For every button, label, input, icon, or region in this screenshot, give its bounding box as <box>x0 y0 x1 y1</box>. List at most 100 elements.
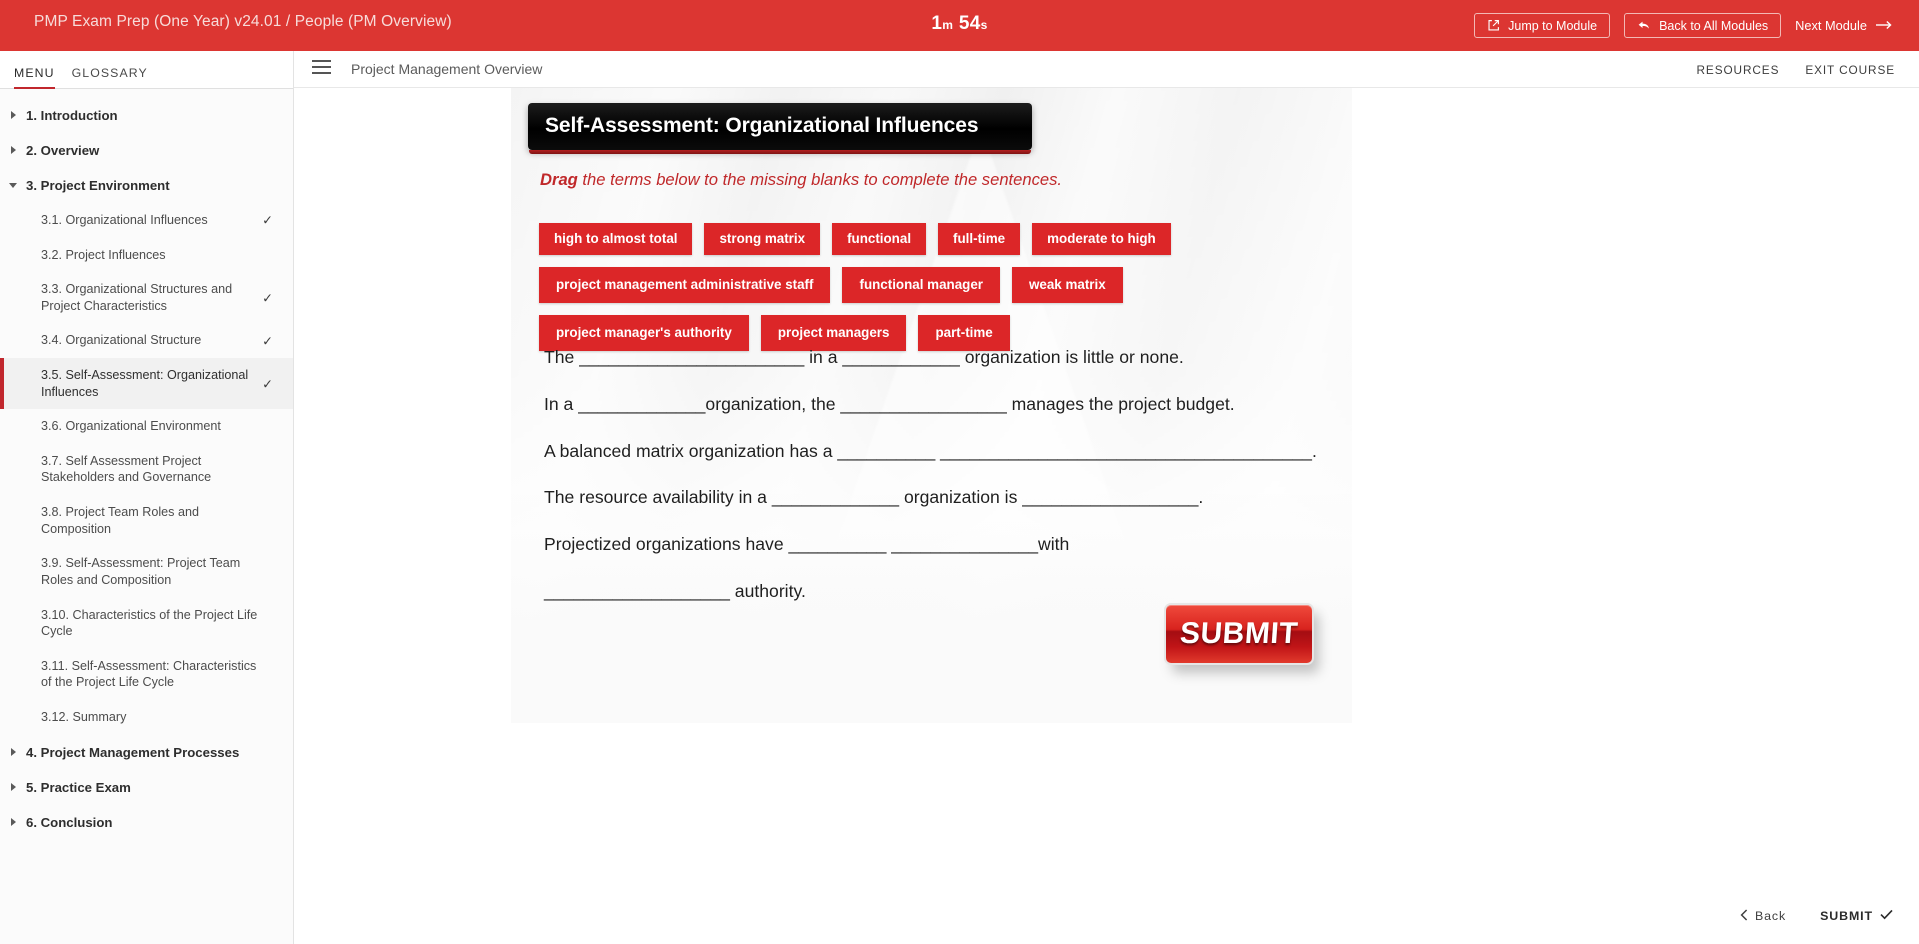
draggable-term[interactable]: moderate to high <box>1032 223 1171 255</box>
slide-title-accent <box>529 150 1031 154</box>
sidebar-item-1[interactable]: 1. Introduction <box>0 98 293 133</box>
chevron-right-icon <box>11 817 16 826</box>
chevron-right-icon <box>11 782 16 791</box>
sidebar-subitem-label: 3.5. Self-Assessment: Organizational Inf… <box>41 368 249 399</box>
sidebar-subitem-label: 3.11. Self-Assessment: Characteristics o… <box>41 658 257 690</box>
sentence-5[interactable]: Projectized organizations have _________… <box>544 533 1344 557</box>
sidebar-subitem-label: 3.2. Project Influences <box>41 247 166 262</box>
timer-seconds-unit: s <box>980 18 988 32</box>
exit-course-link[interactable]: EXIT COURSE <box>1805 63 1895 77</box>
bottom-navigation: Back SUBMIT <box>294 888 1919 944</box>
sidebar-item-16[interactable]: 4. Project Management Processes <box>0 735 293 770</box>
module-name: Project Management Overview <box>351 61 543 77</box>
back-button-label: Back <box>1754 909 1787 923</box>
jump-to-module-button[interactable]: Jump to Module <box>1474 13 1611 38</box>
sidebar-item-17[interactable]: 5. Practice Exam <box>0 770 293 805</box>
chevron-right-icon <box>11 146 16 154</box>
chevron-right-icon <box>11 747 16 756</box>
draggable-term[interactable]: full-time <box>938 223 1021 255</box>
sentence-1[interactable]: The _______________________ in a _______… <box>544 346 1344 370</box>
slide-title-banner: Self-Assessment: Organizational Influenc… <box>528 103 1032 154</box>
back-to-all-modules-button[interactable]: Back to All Modules <box>1624 13 1782 38</box>
sidebar-tab-glossary[interactable]: GLOSSARY <box>72 66 148 88</box>
drag-instruction-emphasis: Drag <box>540 170 578 189</box>
back-to-all-modules-label: Back to All Modules <box>1659 18 1769 33</box>
slide-stage: Self-Assessment: Organizational Influenc… <box>294 88 1919 944</box>
next-module-button[interactable]: Next Module <box>1795 18 1897 33</box>
arrow-right-icon <box>1876 18 1893 33</box>
completed-check-icon: ✓ <box>262 212 273 228</box>
sidebar-item-label: 6. Conclusion <box>26 814 113 830</box>
sentence-2[interactable]: In a _____________organization, the ____… <box>544 393 1344 417</box>
sidebar-subitem-7[interactable]: 3.4. Organizational Structure ✓ <box>0 323 293 358</box>
draggable-term[interactable]: weak matrix <box>1012 267 1123 303</box>
sidebar-subitem-13[interactable]: 3.10. Characteristics of the Project Lif… <box>0 598 293 649</box>
topbar-actions: Jump to Module Back to All Modules Next … <box>1474 0 1897 51</box>
chevron-left-icon <box>1740 908 1748 924</box>
term-row: high to almost total strong matrix functio… <box>539 223 1329 255</box>
sidebar-subitem-label: 3.7. Self Assessment Project Stakeholder… <box>41 453 212 485</box>
drag-instruction: Drag the terms below to the missing blan… <box>540 170 1062 190</box>
sidebar-tab-menu[interactable]: MENU <box>14 66 55 89</box>
sidebar-subitem-label: 3.4. Organizational Structure <box>41 333 202 348</box>
sidebar-subitem-label: 3.9. Self-Assessment: Project Team Roles… <box>41 556 241 587</box>
sidebar-item-label: 2. Overview <box>26 143 100 158</box>
term-row: project management administrative staff f… <box>539 267 1329 303</box>
sidebar-subitem-10[interactable]: 3.7. Self Assessment Project Stakeholder… <box>0 444 293 495</box>
draggable-term[interactable]: project management administrative staff <box>539 267 831 303</box>
sidebar-subitem-11[interactable]: 3.8. Project Team Roles and Composition <box>0 495 293 546</box>
sidebar-item-label: 3. Project Environment <box>26 178 170 193</box>
sidebar-item-3[interactable]: 3. Project Environment <box>0 168 293 203</box>
sidebar-subitem-15[interactable]: 3.12. Summary <box>0 700 293 735</box>
chevron-right-icon <box>11 111 16 119</box>
top-bar: PMP Exam Prep (One Year) v24.01 / People… <box>0 0 1919 51</box>
resources-link[interactable]: RESOURCES <box>1697 63 1780 77</box>
submit-graphic-button[interactable]: SUBMIT <box>1164 603 1319 675</box>
sentence-4[interactable]: The resource availability in a _________… <box>544 486 1344 510</box>
sidebar-item-18[interactable]: 6. Conclusion <box>0 805 293 840</box>
header-right-actions: RESOURCES EXIT COURSE <box>1697 51 1895 88</box>
submit-button-label: SUBMIT <box>1178 617 1300 650</box>
main-header: Project Management Overview RESOURCES EX… <box>294 51 1919 88</box>
chevron-down-icon <box>9 183 17 188</box>
timer-minutes: 1 <box>931 13 943 34</box>
draggable-term[interactable]: high to almost total <box>539 223 693 255</box>
sidebar-subitem-14[interactable]: 3.11. Self-Assessment: Characteristics o… <box>0 649 293 700</box>
sidebar-subitem-8[interactable]: 3.5. Self-Assessment: Organizational Inf… <box>0 358 293 410</box>
draggable-term[interactable]: functional <box>832 223 927 255</box>
sidebar-subitem-label: 3.1. Organizational Influences <box>41 213 208 227</box>
draggable-terms: high to almost total strong matrix functio… <box>539 223 1329 363</box>
timer-minutes-unit: m <box>942 18 954 32</box>
sidebar-subitem-label: 3.3. Organizational Structures and Proje… <box>41 282 233 313</box>
draggable-term[interactable]: strong matrix <box>704 223 821 255</box>
sentence-6[interactable]: ___________________ authority. <box>544 580 1344 604</box>
submit-nav-label: SUBMIT <box>1820 909 1873 923</box>
sidebar-subitem-label: 3.6. Organizational Environment <box>41 419 221 434</box>
sidebar: MENU GLOSSARY 1. Introduction 2. Overview… <box>0 51 294 944</box>
sidebar-subitem-label: 3.10. Characteristics of the Project Lif… <box>41 607 258 639</box>
sidebar-subitem-6[interactable]: 3.3. Organizational Structures and Proje… <box>0 272 293 323</box>
sidebar-subitem-label: 3.8. Project Team Roles and Composition <box>41 505 199 536</box>
sidebar-item-label: 1. Introduction <box>26 108 118 123</box>
completed-check-icon: ✓ <box>262 333 273 349</box>
next-module-label: Next Module <box>1795 18 1867 33</box>
sidebar-subitem-4[interactable]: 3.1. Organizational Influences ✓ <box>0 203 293 238</box>
sentence-3[interactable]: A balanced matrix organization has a ___… <box>544 440 1344 464</box>
draggable-term[interactable]: functional manager <box>842 267 1000 303</box>
check-icon <box>1880 909 1893 923</box>
sidebar-subitem-5[interactable]: 3.2. Project Influences <box>0 238 293 273</box>
sidebar-item-label: 4. Project Management Processes <box>26 744 240 760</box>
sentence-list: The _______________________ in a _______… <box>544 346 1344 627</box>
hamburger-menu-icon[interactable] <box>312 59 331 79</box>
sidebar-item-2[interactable]: 2. Overview <box>0 133 293 168</box>
sidebar-item-list: 1. Introduction 2. Overview 3. Project Env… <box>0 89 293 840</box>
slide-title-text: Self-Assessment: Organizational Influenc… <box>545 114 979 137</box>
sidebar-subitem-9[interactable]: 3.6. Organizational Environment <box>0 409 293 444</box>
back-arrow-icon <box>1637 19 1651 32</box>
submit-nav-button[interactable]: SUBMIT <box>1820 909 1893 923</box>
back-button[interactable]: Back <box>1740 908 1787 924</box>
sidebar-subitem-label: 3.12. Summary <box>41 709 127 724</box>
sidebar-subitem-12[interactable]: 3.9. Self-Assessment: Project Team Roles… <box>0 546 293 597</box>
timer-seconds: 54 <box>958 13 981 34</box>
slide: Self-Assessment: Organizational Influenc… <box>511 88 1352 723</box>
